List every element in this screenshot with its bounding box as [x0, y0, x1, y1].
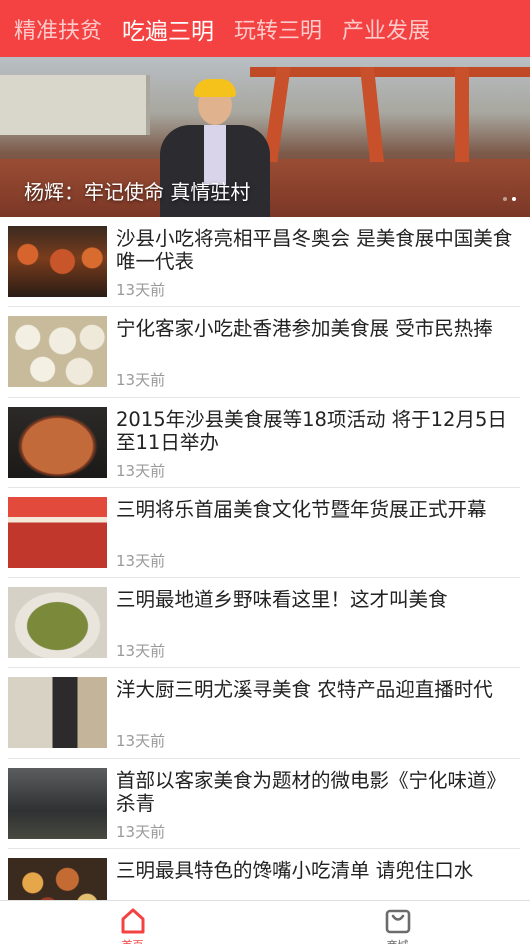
article-title: 沙县小吃将亮相平昌冬奥会 是美食展中国美食唯一代表 — [116, 227, 513, 273]
banner-carousel[interactable]: 杨辉：牢记使命 真情驻村 — [0, 57, 530, 217]
list-item[interactable]: 洋大厨三明尤溪寻美食 农特产品迎直播时代 13天前 — [8, 668, 520, 759]
banner-image-crane-beam — [250, 67, 530, 77]
bottom-tab-home[interactable]: 首页 — [0, 901, 265, 944]
bottom-tab-mall[interactable]: 商城 — [265, 901, 530, 944]
bottom-tab-label: 商城 — [265, 937, 530, 944]
article-title: 宁化客家小吃赴香港参加美食展 受市民热捧 — [116, 317, 493, 341]
bottom-tab-label: 首页 — [0, 937, 265, 944]
article-time: 13天前 — [116, 461, 166, 480]
article-thumbnail — [8, 677, 107, 749]
article-thumbnail — [8, 316, 107, 388]
article-time: 13天前 — [116, 281, 166, 299]
article-title: 三明最具特色的馋嘴小吃清单 请兜住口水 — [116, 859, 474, 883]
list-item[interactable]: 沙县小吃将亮相平昌冬奥会 是美食展中国美食唯一代表 13天前 — [8, 217, 520, 308]
list-item[interactable]: 三明最地道乡野味看这里！这才叫美食 13天前 — [8, 578, 520, 669]
article-thumbnail — [8, 226, 107, 297]
article-thumbnail — [8, 496, 107, 568]
shopping-bag-icon — [385, 909, 410, 934]
home-icon — [121, 908, 144, 934]
article-time: 13天前 — [116, 371, 166, 390]
hard-hat — [194, 79, 236, 97]
carousel-indicator — [503, 197, 516, 201]
tab-jingzhun-fupin[interactable]: 精准扶贫 — [14, 13, 102, 45]
banner-image-crane — [455, 67, 469, 162]
article-time: 13天前 — [116, 551, 166, 570]
article-thumbnail — [8, 587, 107, 659]
list-item[interactable]: 三明将乐首届美食文化节暨年货展正式开幕 13天前 — [8, 488, 520, 579]
top-category-nav: 精准扶贫 吃遍三明 玩转三明 产业发展 — [0, 0, 530, 57]
article-title: 三明将乐首届美食文化节暨年货展正式开幕 — [116, 497, 487, 521]
banner-image-ship — [0, 75, 150, 135]
carousel-dot — [503, 197, 507, 201]
article-title: 2015年沙县美食展等18项活动 将于12月5日至11日举办 — [116, 407, 507, 454]
tab-chibian-sanming[interactable]: 吃遍三明 — [122, 12, 214, 46]
article-list: 沙县小吃将亮相平昌冬奥会 是美食展中国美食唯一代表 13天前 宁化客家小吃赴香港… — [0, 217, 530, 940]
tab-chanye-fazhan[interactable]: 产业发展 — [342, 13, 430, 45]
article-thumbnail — [8, 406, 107, 478]
article-time: 13天前 — [116, 822, 166, 841]
list-item[interactable]: 宁化客家小吃赴香港参加美食展 受市民热捧 13天前 — [8, 307, 520, 398]
banner-caption: 杨辉：牢记使命 真情驻村 — [24, 180, 251, 204]
bottom-tab-bar: 首页 商城 — [0, 900, 530, 944]
article-title: 首部以客家美食为题材的微电影《宁化味道》杀青 — [116, 768, 507, 815]
carousel-dot-active — [512, 197, 516, 201]
banner-image-crane — [360, 67, 384, 162]
tab-wanzhuan-sanming[interactable]: 玩转三明 — [234, 13, 322, 45]
list-item[interactable]: 2015年沙县美食展等18项活动 将于12月5日至11日举办 13天前 — [8, 398, 520, 488]
article-time: 13天前 — [116, 732, 166, 751]
article-title: 三明最地道乡野味看这里！这才叫美食 — [116, 588, 448, 612]
article-time: 13天前 — [116, 642, 166, 661]
article-title: 洋大厨三明尤溪寻美食 农特产品迎直播时代 — [116, 678, 493, 702]
article-thumbnail — [8, 767, 107, 839]
list-item[interactable]: 首部以客家美食为题材的微电影《宁化味道》杀青 13天前 — [8, 759, 520, 850]
